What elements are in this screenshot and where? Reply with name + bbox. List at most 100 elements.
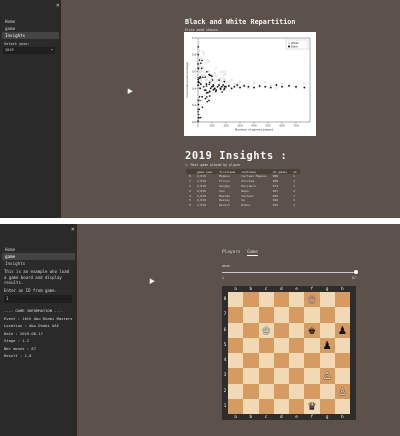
- square-g6[interactable]: [320, 323, 335, 338]
- chess-piece-g3[interactable]: ♙: [320, 367, 335, 382]
- square-c7[interactable]: [259, 307, 274, 322]
- year-select[interactable]: 2019 ▾: [3, 47, 55, 54]
- square-e5[interactable]: [289, 338, 304, 353]
- square-h5[interactable]: [335, 338, 350, 353]
- tab-players[interactable]: Players: [222, 250, 241, 255]
- chess-piece-h2[interactable]: ♙: [335, 383, 350, 398]
- insights-title: 2019 Insights :: [185, 150, 287, 162]
- square-a2[interactable]: [228, 384, 243, 399]
- square-c1[interactable]: [259, 399, 274, 414]
- square-g4[interactable]: [320, 353, 335, 368]
- tab-bar: Players Game: [222, 250, 262, 255]
- table-header-cell: firstname: [216, 169, 238, 174]
- square-b7[interactable]: [243, 307, 258, 322]
- square-e4[interactable]: [289, 353, 304, 368]
- chess-piece-g5[interactable]: ♟: [320, 337, 335, 352]
- rank-label: 1: [223, 404, 227, 409]
- square-d1[interactable]: [274, 399, 289, 414]
- square-e3[interactable]: [289, 368, 304, 383]
- square-g8[interactable]: [320, 292, 335, 307]
- square-g2[interactable]: [320, 384, 335, 399]
- move-slider-track[interactable]: [222, 272, 356, 273]
- nav-home[interactable]: Home: [2, 18, 59, 25]
- square-b3[interactable]: [243, 368, 258, 383]
- square-d3[interactable]: [274, 368, 289, 383]
- square-h4[interactable]: [335, 353, 350, 368]
- square-c8[interactable]: [259, 292, 274, 307]
- square-a3[interactable]: [228, 368, 243, 383]
- square-b5[interactable]: [243, 338, 258, 353]
- chess-piece-f6[interactable]: ♚: [304, 322, 319, 337]
- chess-piece-c6[interactable]: ♔: [259, 322, 274, 337]
- black-point: [209, 74, 211, 76]
- square-f3[interactable]: [304, 368, 319, 383]
- nav-home[interactable]: Home: [2, 246, 75, 253]
- chess-piece-f1[interactable]: ♛: [304, 398, 319, 413]
- square-h8[interactable]: [335, 292, 350, 307]
- square-e2[interactable]: [289, 384, 304, 399]
- nav-game[interactable]: game: [2, 253, 75, 260]
- square-d8[interactable]: [274, 292, 289, 307]
- nav-game[interactable]: game: [2, 25, 59, 32]
- insights-screen: × Home game Insights Select year: 2019 ▾…: [0, 0, 400, 218]
- black-point: [206, 96, 208, 98]
- nav-insights[interactable]: Insights: [2, 260, 75, 267]
- white-point: [270, 84, 272, 86]
- square-e6[interactable]: [289, 323, 304, 338]
- square-e1[interactable]: [289, 399, 304, 414]
- close-icon[interactable]: ×: [71, 226, 75, 233]
- square-a8[interactable]: [228, 292, 243, 307]
- legend-marker: [288, 46, 290, 48]
- nav-insights[interactable]: Insights: [2, 32, 59, 39]
- square-h3[interactable]: [335, 368, 350, 383]
- square-c3[interactable]: [259, 368, 274, 383]
- square-b4[interactable]: [243, 353, 258, 368]
- square-d2[interactable]: [274, 384, 289, 399]
- square-a1[interactable]: [228, 399, 243, 414]
- square-f2[interactable]: [304, 384, 319, 399]
- file-label: e: [289, 415, 304, 420]
- square-d6[interactable]: [274, 323, 289, 338]
- chess-board[interactable]: 8 7 6 5 4 3 2 1 a b c d e f g h a b c d e f g h ♕ ♔ ♚ ♟ ♟ ♙ ♙ ♛: [222, 286, 356, 420]
- chess-piece-h6[interactable]: ♟: [335, 322, 350, 337]
- square-f4[interactable]: [304, 353, 319, 368]
- square-d7[interactable]: [274, 307, 289, 322]
- white-point: [236, 86, 238, 88]
- move-slider-handle[interactable]: [354, 270, 358, 274]
- square-f5[interactable]: [304, 338, 319, 353]
- black-point: [205, 90, 207, 92]
- legend-label: White: [291, 41, 299, 45]
- x-tick-label: 100: [210, 124, 215, 128]
- square-g7[interactable]: [320, 307, 335, 322]
- black-point: [198, 117, 200, 119]
- square-d5[interactable]: [274, 338, 289, 353]
- square-e7[interactable]: [289, 307, 304, 322]
- square-e8[interactable]: [289, 292, 304, 307]
- square-d4[interactable]: [274, 353, 289, 368]
- square-h1[interactable]: [335, 399, 350, 414]
- square-g1[interactable]: [320, 399, 335, 414]
- white-point: [276, 88, 278, 90]
- square-c5[interactable]: [259, 338, 274, 353]
- tab-game[interactable]: Game: [247, 250, 258, 256]
- square-c4[interactable]: [259, 353, 274, 368]
- black-point: [208, 100, 210, 102]
- square-b1[interactable]: [243, 399, 258, 414]
- square-a7[interactable]: [228, 307, 243, 322]
- file-label: c: [259, 287, 274, 292]
- slider-max-label: 67: [352, 276, 356, 280]
- white-point: [216, 80, 218, 82]
- black-point: [239, 87, 241, 89]
- square-b6[interactable]: [243, 323, 258, 338]
- square-a5[interactable]: [228, 338, 243, 353]
- square-a6[interactable]: [228, 323, 243, 338]
- square-h7[interactable]: [335, 307, 350, 322]
- square-b8[interactable]: [243, 292, 258, 307]
- square-f7[interactable]: [304, 307, 319, 322]
- square-a4[interactable]: [228, 353, 243, 368]
- chess-piece-f8[interactable]: ♕: [304, 291, 319, 306]
- square-b2[interactable]: [243, 384, 258, 399]
- square-c2[interactable]: [259, 384, 274, 399]
- close-icon[interactable]: ×: [56, 2, 60, 9]
- game-id-input[interactable]: 1: [4, 295, 72, 303]
